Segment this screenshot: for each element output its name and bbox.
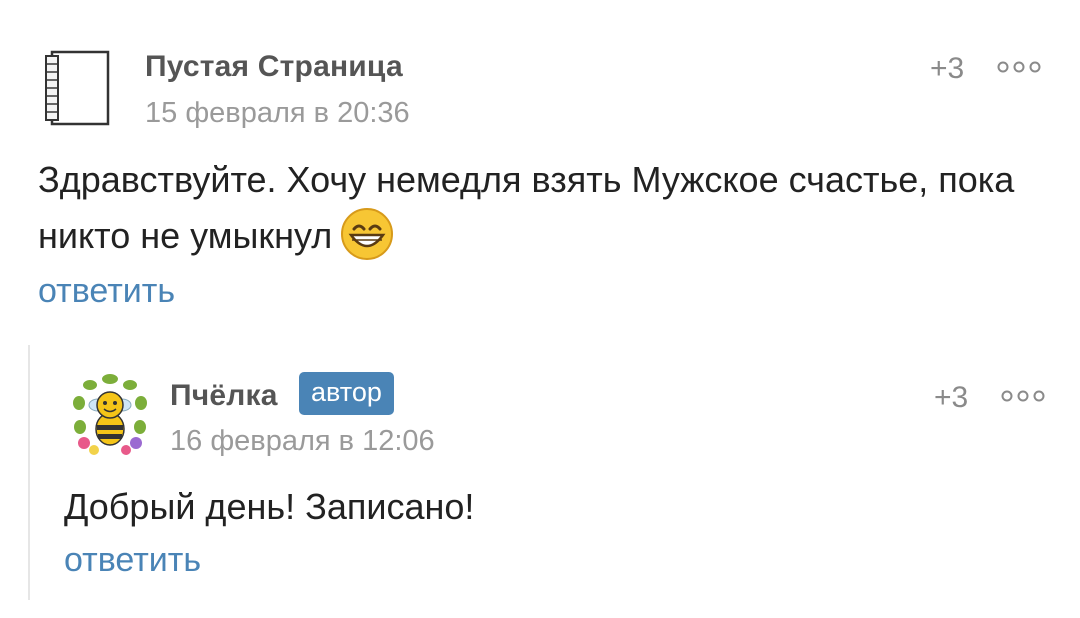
notepad-avatar-icon[interactable] — [44, 50, 110, 126]
comment-author[interactable]: Пустая Страница — [145, 50, 403, 84]
more-options-icon[interactable] — [996, 60, 1042, 74]
bee-avatar-icon[interactable] — [70, 371, 150, 457]
reply-link[interactable]: ответить — [38, 272, 175, 311]
comment-score: +3 — [930, 52, 965, 85]
more-options-icon[interactable] — [1000, 389, 1046, 403]
comment-author[interactable]: Пчёлка — [170, 379, 278, 413]
comment-reply: Пчёлка автор 16 февраля в 12:06 +3 Добры… — [28, 345, 1080, 600]
comment-score: +3 — [934, 381, 969, 414]
author-badge: автор — [299, 372, 394, 415]
comment: Пустая Страница 15 февраля в 20:36 +3 Зд… — [0, 0, 1080, 330]
reply-link[interactable]: ответить — [64, 541, 201, 580]
comment-text: Здравствуйте. Хочу немедля взять Мужское… — [38, 152, 1048, 265]
comment-text: Добрый день! Записано! — [64, 486, 475, 527]
comment-date: 16 февраля в 12:06 — [170, 425, 435, 457]
grinning-face-icon — [340, 207, 394, 261]
comment-text-content: Здравствуйте. Хочу немедля взять Мужское… — [38, 159, 1015, 256]
comment-date: 15 февраля в 20:36 — [145, 97, 410, 129]
